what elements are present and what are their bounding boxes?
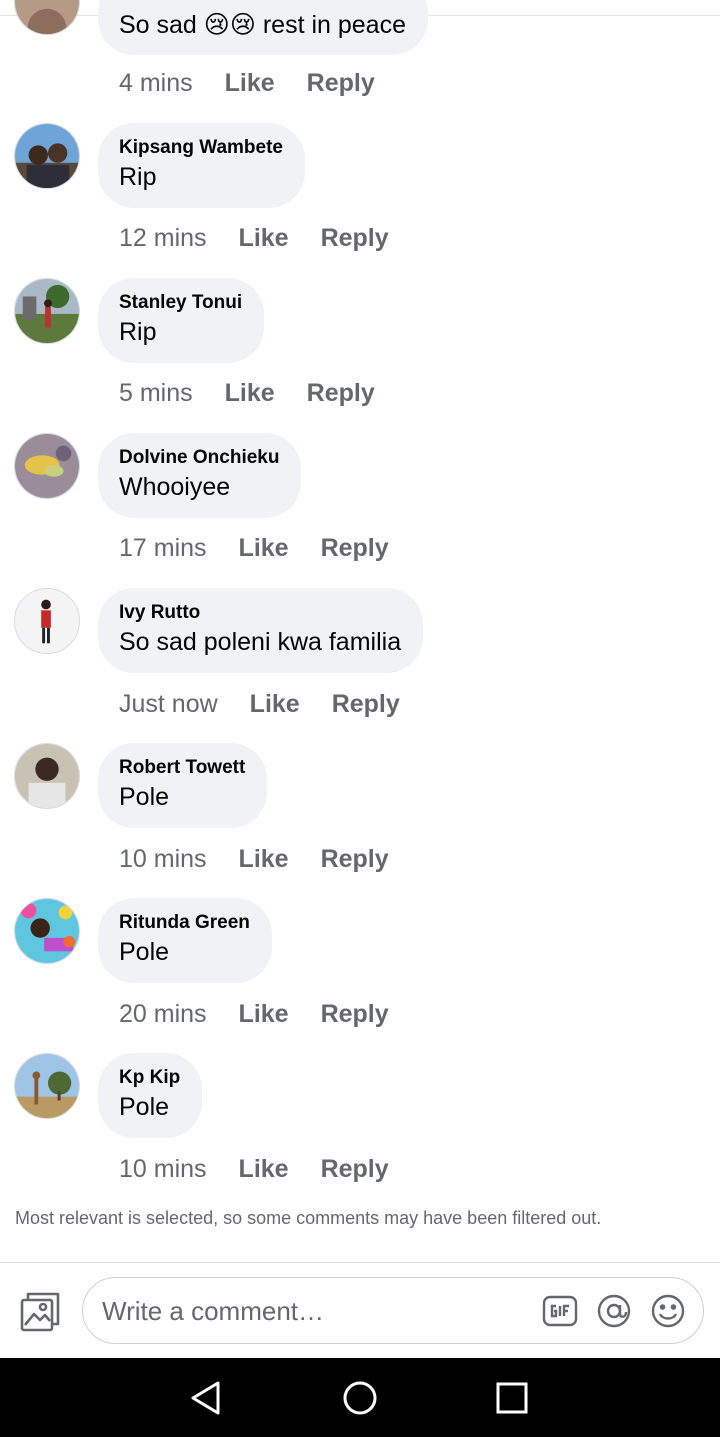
comment-bubble: Ritunda Green Pole [98,898,272,983]
composer-divider [0,1262,720,1263]
comment-meta: 4 mins Like Reply [119,68,407,98]
reply-button[interactable]: Reply [307,69,375,97]
comment-timestamp: 12 mins [119,224,207,252]
comment-timestamp: 17 mins [119,534,207,562]
reply-button[interactable]: Reply [332,690,400,718]
avatar[interactable] [14,433,80,499]
comment-bubble: Robert Towett Pole [98,743,268,828]
avatar[interactable] [14,1053,80,1119]
comment-meta: 10 mins Like Reply [119,1154,421,1184]
reply-button[interactable]: Reply [321,534,389,562]
comment-timestamp: Just now [119,690,218,718]
comment-meta: 17 mins Like Reply [119,533,421,563]
comment-author[interactable]: Kp Kip [119,1066,180,1090]
comment-meta: 5 mins Like Reply [119,378,407,408]
avatar[interactable] [14,898,80,964]
comment-meta: 10 mins Like Reply [119,844,421,874]
comment-bubble: Ivy Rutto So sad poleni kwa familia [98,588,424,673]
comment-bubble: Kp Kip Pole [98,1053,203,1138]
comment-bubble: So sad 😢😢 rest in peace [98,0,428,55]
like-button[interactable]: Like [225,69,275,97]
comment-timestamp: 4 mins [119,69,193,97]
comment-text: Rip [119,318,157,346]
comment-author[interactable]: Dolvine Onchieku [119,446,279,470]
like-button[interactable]: Like [239,1000,289,1028]
like-button[interactable]: Like [239,1155,289,1183]
comment-timestamp: 20 mins [119,1000,207,1028]
like-button[interactable]: Like [239,224,289,252]
avatar[interactable] [14,123,80,189]
reply-button[interactable]: Reply [307,379,375,407]
comment-input[interactable] [100,1290,524,1332]
comment-text: Rip [119,163,157,191]
like-button[interactable]: Like [239,845,289,873]
reply-button[interactable]: Reply [321,845,389,873]
comment-text: Whooiyee [119,473,231,501]
home-icon[interactable] [340,1378,380,1418]
comment-author[interactable]: Kipsang Wambete [119,136,283,160]
back-icon[interactable] [186,1378,226,1418]
avatar[interactable] [14,588,80,654]
comment-author[interactable]: Robert Towett [119,756,245,780]
recents-icon[interactable] [492,1378,532,1418]
system-navigation-bar [0,1358,720,1437]
comment-text: Pole [119,783,170,811]
comment-meta: 12 mins Like Reply [119,223,421,253]
comment-composer [82,1277,704,1344]
comment-bubble: Kipsang Wambete Rip [98,123,305,208]
comment-bubble: Stanley Tonui Rip [98,278,265,363]
comment-timestamp: 5 mins [119,379,193,407]
avatar[interactable] [14,743,80,809]
reply-button[interactable]: Reply [321,1000,389,1028]
gif-icon[interactable] [541,1292,579,1330]
filter-notice: Most relevant is selected, so some comme… [15,1208,602,1228]
comment-meta: Just now Like Reply [119,689,432,719]
like-button[interactable]: Like [239,534,289,562]
like-button[interactable]: Like [250,690,300,718]
comment-text: Pole [119,1093,170,1121]
comment-text: So sad poleni kwa familia [119,628,402,656]
comment-meta: 20 mins Like Reply [119,999,421,1029]
comment-bubble: Dolvine Onchieku Whooiyee [98,433,302,518]
comment-author[interactable]: Ivy Rutto [119,601,401,625]
comment-author[interactable]: Stanley Tonui [119,291,242,315]
comment-text: So sad 😢😢 rest in peace [119,11,406,39]
comment-author[interactable]: Ritunda Green [119,911,250,935]
comment-timestamp: 10 mins [119,1155,207,1183]
avatar[interactable] [14,0,80,35]
avatar[interactable] [14,278,80,344]
comment-timestamp: 10 mins [119,845,207,873]
photo-icon[interactable] [19,1291,61,1333]
reply-button[interactable]: Reply [321,1155,389,1183]
reply-button[interactable]: Reply [321,224,389,252]
comment-text: Pole [119,938,170,966]
mention-icon[interactable] [595,1292,633,1330]
like-button[interactable]: Like [225,379,275,407]
emoji-icon[interactable] [649,1292,687,1330]
